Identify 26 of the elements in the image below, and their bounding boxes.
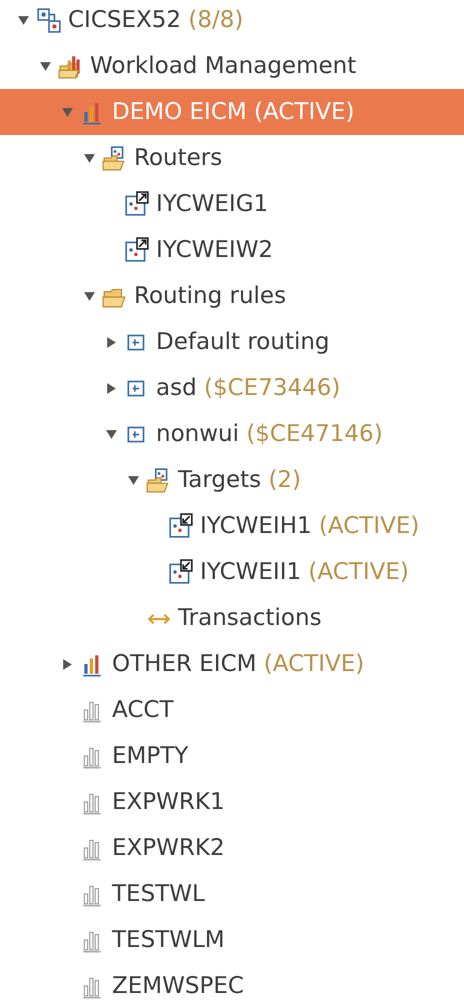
tree-item[interactable]: Workload Management (88, 51, 358, 81)
tree-item[interactable]: IYCWEIG1 (154, 189, 270, 219)
tree-item[interactable]: Transactions (176, 603, 324, 633)
tree-item[interactable]: IYCWEIH1 (ACTIVE) (198, 511, 422, 541)
tree-item[interactable]: TESTWL (110, 879, 207, 909)
tree-item[interactable]: EMPTY (110, 741, 190, 771)
tree-item[interactable]: IYCWEIW2 (154, 235, 276, 265)
tree-item[interactable]: Routing rules (132, 281, 288, 311)
tree-item[interactable]: ACCT (110, 695, 176, 725)
tree-item[interactable]: Default routing (154, 327, 332, 357)
router-icon (124, 191, 150, 217)
tree-item[interactable]: Targets (2) (176, 465, 304, 495)
target-icon (168, 559, 194, 585)
tree-item[interactable]: Routers (132, 143, 224, 173)
tree-item[interactable]: IYCWEII1 (ACTIVE) (198, 557, 411, 587)
target-icon (168, 513, 194, 539)
tree-item[interactable]: asd ($CE73446) (154, 373, 342, 403)
router-icon (124, 237, 150, 263)
tree-item[interactable]: CICSEX52 (8/8) (66, 5, 246, 35)
tree-item[interactable]: TESTWLM (110, 925, 227, 955)
tree-item[interactable]: EXPWRK1 (110, 787, 227, 817)
tree-item[interactable]: nonwui ($CE47146) (154, 419, 385, 449)
system-icon (36, 7, 62, 33)
tree-item[interactable]: EXPWRK2 (110, 833, 227, 863)
tree-item[interactable]: OTHER EICM (ACTIVE) (110, 649, 366, 679)
tree-item[interactable]: ZEMWSPEC (110, 971, 246, 1000)
